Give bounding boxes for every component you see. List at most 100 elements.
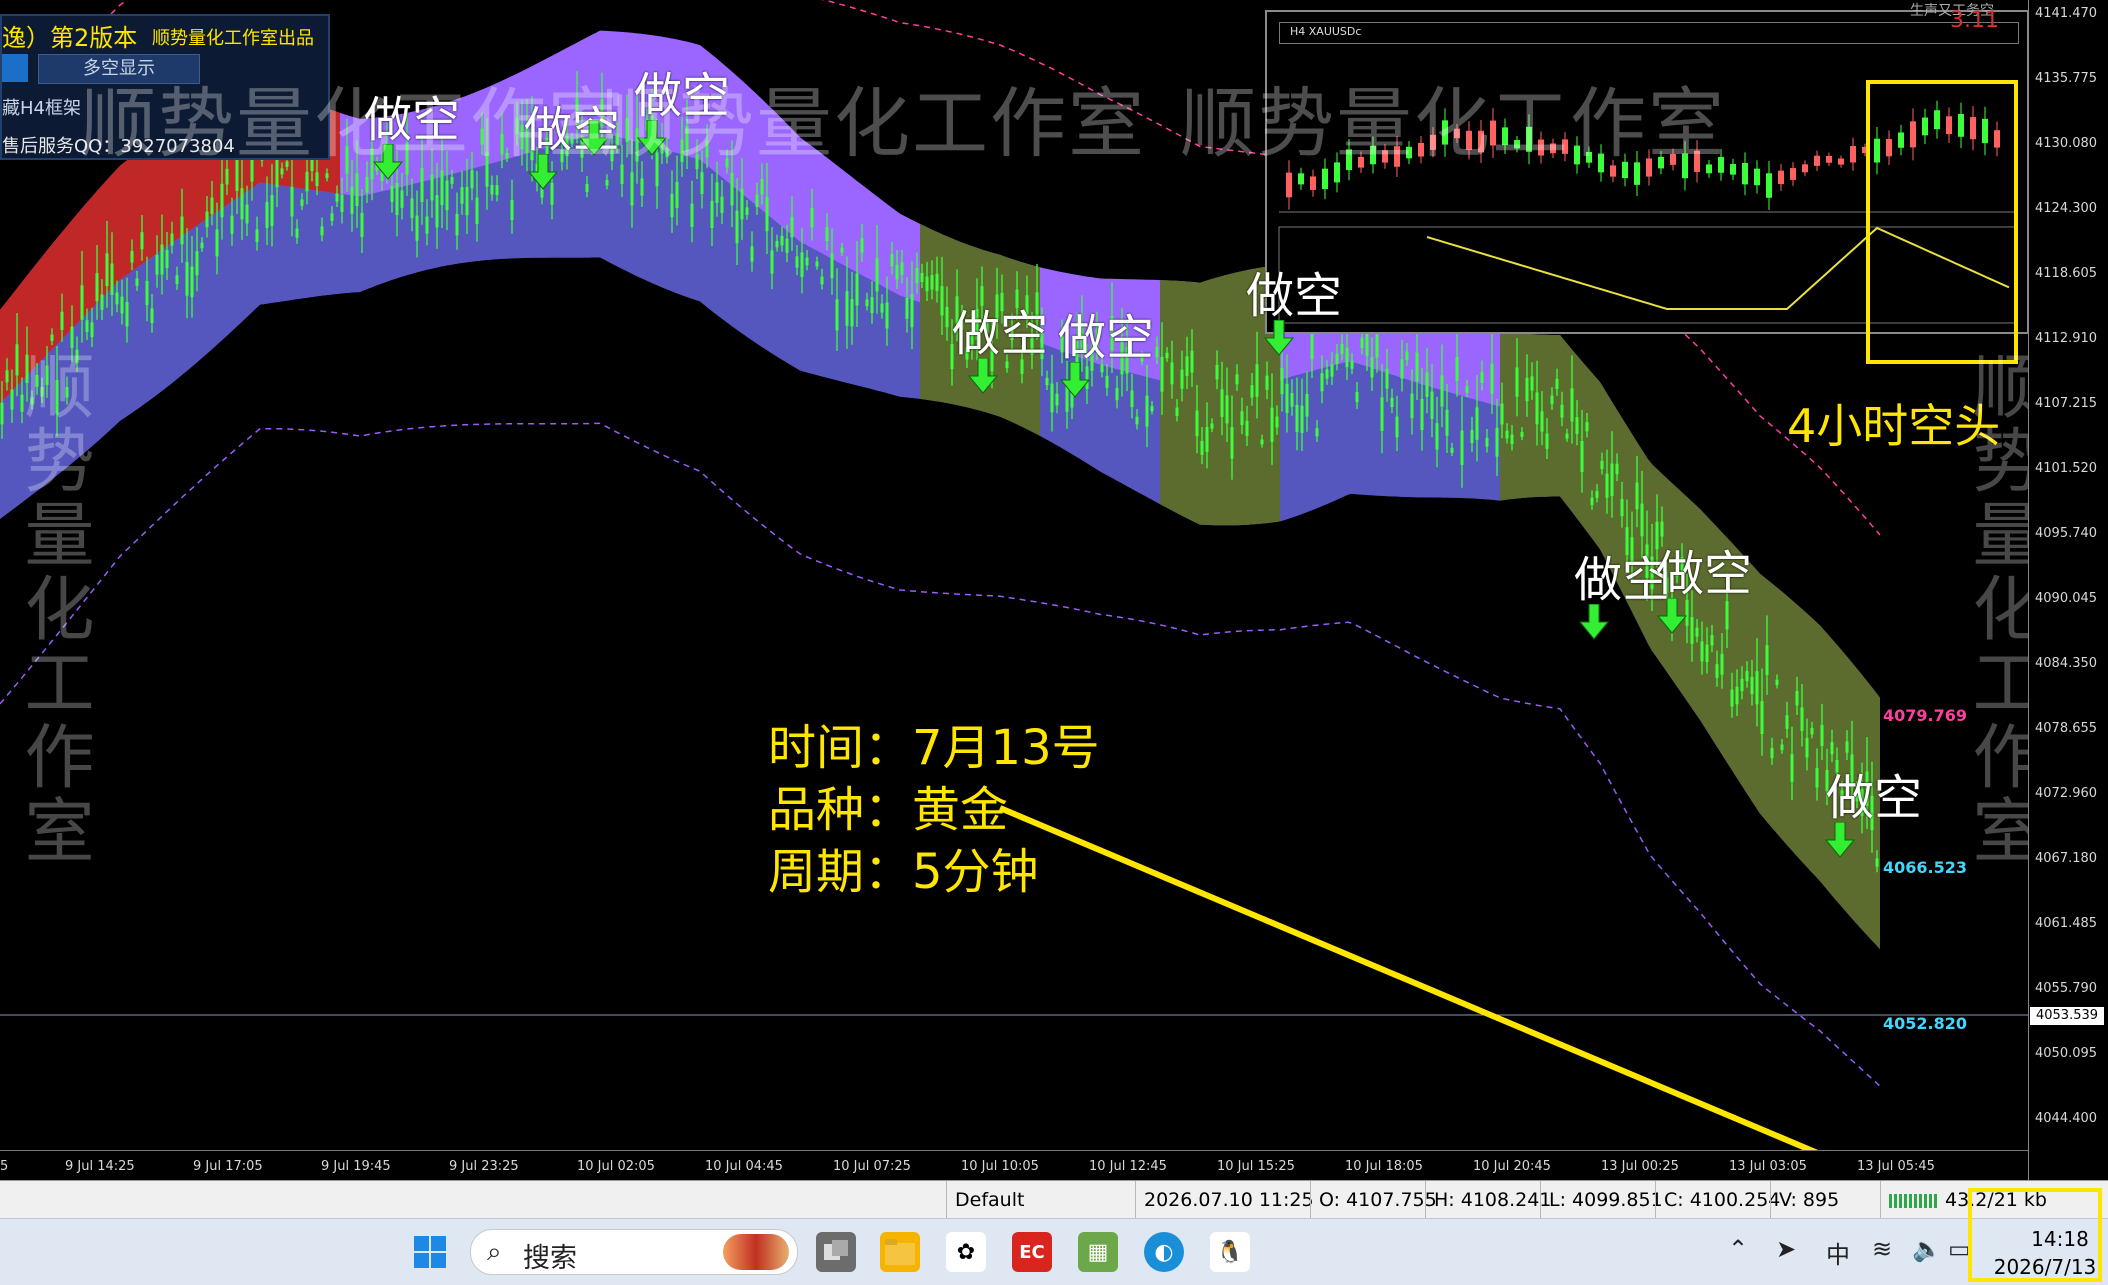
- candle-body: [1190, 350, 1194, 373]
- volume-icon[interactable]: 🔈: [1912, 1235, 1942, 1263]
- edge-browser-icon[interactable]: ◐: [1144, 1232, 1184, 1272]
- down-arrow-icon: [1657, 598, 1687, 634]
- candle-body: [1180, 369, 1184, 389]
- candle-body: [1160, 356, 1164, 392]
- candle-body: [1220, 389, 1224, 417]
- price-tick: 4084.350: [2035, 656, 2098, 671]
- candle-body: [1510, 434, 1514, 445]
- candle-body: [1245, 420, 1249, 436]
- candle-body: [1700, 641, 1704, 662]
- candle-body: [730, 172, 734, 206]
- candle-body: [1480, 371, 1484, 383]
- candle-body: [1380, 397, 1384, 431]
- candle-body: [875, 258, 879, 292]
- panel-toggle-button[interactable]: [2, 54, 28, 82]
- candle-body: [1600, 460, 1604, 470]
- candle-body: [790, 216, 794, 238]
- candle-body: [1230, 427, 1234, 459]
- hide-h4-frame-toggle[interactable]: 藏H4框架: [2, 94, 81, 120]
- candle-body: [765, 197, 769, 232]
- candle-body: [1695, 627, 1699, 637]
- candle-body: [1730, 689, 1734, 707]
- candle-body: [1820, 724, 1824, 747]
- wifi-icon[interactable]: ≋: [1872, 1235, 1892, 1263]
- candle-body: [1055, 393, 1059, 406]
- status-open: O: 4107.755: [1310, 1181, 1437, 1219]
- candle-body: [785, 238, 789, 253]
- candle-body: [105, 253, 109, 287]
- panel-subtitle: 顺势量化工作室出品: [152, 28, 314, 49]
- candle-body: [220, 183, 224, 218]
- ime-indicator[interactable]: 中: [1826, 1235, 1850, 1270]
- ec-app-icon[interactable]: EC: [1012, 1232, 1052, 1272]
- annotation-symbol: 品种：黄金: [768, 782, 1009, 838]
- candle-body: [1575, 417, 1579, 434]
- candle-body: [1770, 747, 1774, 759]
- candle-body: [125, 302, 129, 327]
- candle-body: [395, 183, 399, 216]
- candle-body: [1605, 473, 1609, 498]
- inset-candle-body: [1790, 168, 1796, 180]
- candle-body: [1375, 334, 1379, 358]
- watermark: 顺势量化工作室: [600, 1140, 1146, 1150]
- candle-body: [50, 334, 54, 341]
- task-view-icon[interactable]: [816, 1232, 856, 1272]
- traffic-bars-icon: [1889, 1193, 1939, 1208]
- watermark-vertical: 顺势量化工作室: [1961, 350, 2028, 868]
- inset-candle-body: [1754, 168, 1760, 186]
- location-icon[interactable]: ➤: [1776, 1235, 1796, 1263]
- candle-body: [1485, 437, 1489, 447]
- candle-body: [1290, 392, 1294, 407]
- watermark: 顺势量化工作室: [1180, 1140, 1726, 1150]
- candle-body: [1760, 701, 1764, 734]
- short-signal-label: 做空: [1246, 268, 1343, 324]
- candle-body: [1310, 330, 1314, 360]
- file-explorer-icon[interactable]: [880, 1232, 920, 1272]
- current-price-marker: 4053.539: [2030, 1007, 2104, 1025]
- candle-body: [1540, 411, 1544, 432]
- time-axis[interactable]: 5 9 Jul 14:25 9 Jul 17:05 9 Jul 19:45 9 Jul …: [0, 1150, 2028, 1181]
- candle-body: [255, 229, 259, 243]
- candle-body: [720, 196, 724, 213]
- price-tick: 4044.400: [2035, 1111, 2098, 1126]
- candle-body: [1585, 422, 1589, 432]
- candle-body: [740, 188, 744, 220]
- candle-body: [1465, 386, 1469, 393]
- candle-body: [920, 272, 924, 282]
- candle-body: [710, 200, 714, 228]
- candle-body: [760, 178, 764, 195]
- mt4-terminal-icon[interactable]: ▦: [1078, 1232, 1118, 1272]
- candle-body: [1270, 407, 1274, 443]
- price-axis[interactable]: 4141.470 4135.775 4130.080 4124.300 4118.605…: [2028, 0, 2108, 1180]
- inset-candle-body: [1826, 155, 1832, 163]
- time-tick: 10 Jul 20:45: [1473, 1159, 1551, 1174]
- candle-body: [1265, 375, 1269, 390]
- inset-title-bar: H4 XAUUSDc: [1279, 22, 2019, 44]
- time-tick: 10 Jul 15:25: [1217, 1159, 1295, 1174]
- candle-body: [145, 280, 149, 306]
- inset-title: H4 XAUUSDc: [1290, 25, 1362, 38]
- price-tick: 4118.605: [2035, 266, 2098, 281]
- chevron-up-icon[interactable]: ⌃: [1728, 1235, 1748, 1263]
- main-chart[interactable]: 逸）第2版本 顺势量化工作室出品 多空显示 藏H4框架 售后服务QQ：39270…: [0, 0, 2028, 1150]
- candle-body: [1185, 356, 1189, 376]
- candle-body: [1260, 439, 1264, 445]
- candle-body: [825, 227, 829, 242]
- candle-body: [1365, 333, 1369, 356]
- candle-body: [895, 264, 899, 280]
- candle-body: [475, 197, 479, 224]
- qq-icon[interactable]: 🐧: [1210, 1232, 1250, 1272]
- candle-body: [880, 303, 884, 313]
- candle-body: [455, 213, 459, 236]
- candle-body: [1400, 359, 1404, 379]
- candle-body: [470, 170, 474, 189]
- panel-title: 逸）第2版本: [2, 24, 138, 52]
- candle-body: [1620, 499, 1624, 517]
- candle-body: [70, 326, 74, 348]
- chatgpt-icon[interactable]: ✿: [946, 1232, 986, 1272]
- candle-body: [1560, 404, 1564, 418]
- candle-body: [1550, 395, 1554, 405]
- candle-body: [1690, 616, 1694, 644]
- taskbar-search-box[interactable]: ⌕ 搜索: [470, 1229, 798, 1275]
- windows-start-icon[interactable]: [410, 1232, 450, 1272]
